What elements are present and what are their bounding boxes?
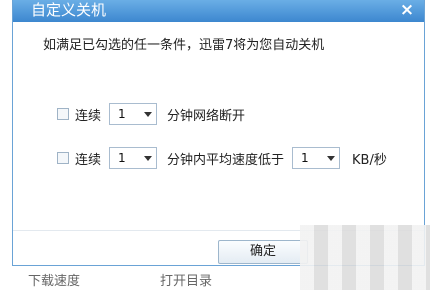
speed-unit: KB/秒 <box>352 152 387 168</box>
network-minutes-value: 1 <box>118 107 126 121</box>
network-checkbox-label: 连续 <box>75 108 102 124</box>
network-checkbox[interactable] <box>57 108 69 120</box>
speed-checkbox[interactable] <box>57 152 69 164</box>
network-condition-text: 分钟网络断开 <box>167 108 246 124</box>
speed-threshold-value: 1 <box>301 151 309 165</box>
condition-network-row: 连续 1 分钟网络断开 <box>57 103 245 125</box>
dialog-description: 如满足已勾选的任一条件，迅雷7将为您自动关机 <box>43 38 325 53</box>
speed-minutes-value: 1 <box>118 151 126 165</box>
title-bar[interactable]: 自定义关机 × <box>13 0 424 22</box>
bottom-mid-text: 打开目录 <box>160 274 213 289</box>
condition-speed-row: 连续 1 分钟内平均速度低于 1 KB/秒 <box>57 147 387 169</box>
ok-button[interactable]: 确定 <box>218 240 308 264</box>
speed-checkbox-label: 连续 <box>75 152 102 168</box>
chevron-down-icon <box>144 112 153 117</box>
chevron-down-icon <box>144 156 153 161</box>
bottom-left-text: 下载速度 <box>28 274 81 289</box>
chevron-down-icon <box>327 156 336 161</box>
speed-minutes-select[interactable]: 1 <box>109 147 158 169</box>
speed-condition-text: 分钟内平均速度低于 <box>167 152 285 168</box>
pixelated-overlay <box>300 225 430 290</box>
speed-threshold-select[interactable]: 1 <box>292 147 341 169</box>
close-icon[interactable]: × <box>398 0 416 20</box>
network-minutes-select[interactable]: 1 <box>109 103 158 125</box>
dialog-title: 自定义关机 <box>31 1 107 19</box>
